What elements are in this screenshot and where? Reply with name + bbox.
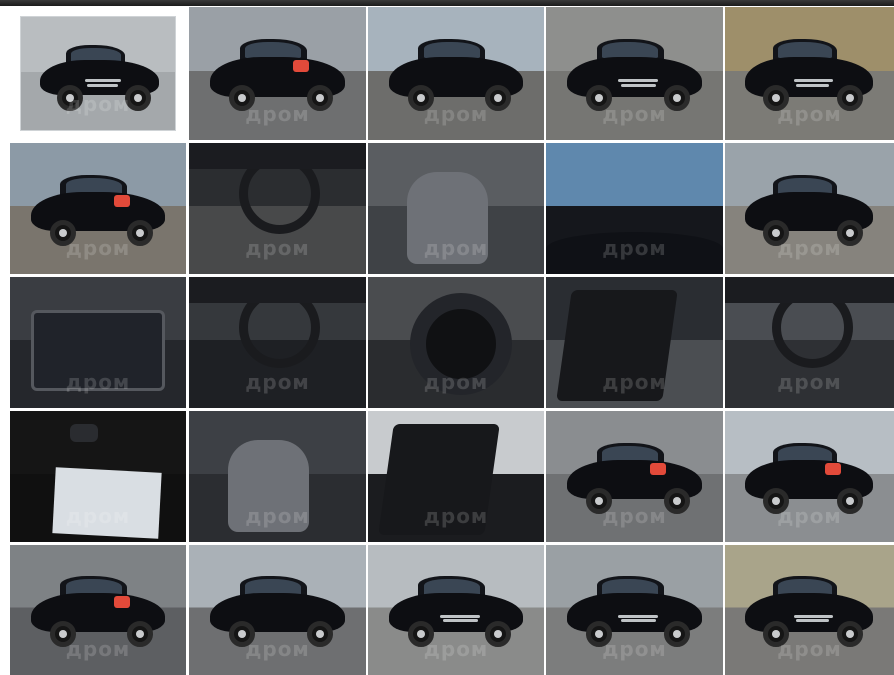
- car-photo: [389, 568, 523, 647]
- gallery-thumbnail[interactable]: дром: [546, 411, 723, 542]
- car-photo: [567, 31, 702, 111]
- watermark: дром: [423, 504, 489, 528]
- car-photo: [389, 31, 523, 111]
- gallery-thumbnail[interactable]: дром: [189, 545, 366, 675]
- gallery-thumbnail[interactable]: дром: [725, 411, 894, 542]
- gallery-thumbnail[interactable]: дром: [546, 545, 723, 675]
- gallery-thumbnail[interactable]: дром: [189, 143, 366, 274]
- car-photo: [745, 31, 874, 111]
- gallery-thumbnail[interactable]: дром: [189, 411, 366, 542]
- gallery-thumbnail[interactable]: дром: [10, 143, 186, 274]
- gallery-thumbnail[interactable]: дром: [546, 7, 723, 140]
- car-photo: [210, 568, 345, 647]
- gallery-thumbnail[interactable]: дром: [725, 277, 894, 408]
- watermark: дром: [423, 370, 489, 394]
- watermark: дром: [245, 236, 310, 260]
- watermark: дром: [245, 504, 310, 528]
- watermark: дром: [602, 504, 667, 528]
- gallery-thumbnail[interactable]: дром: [10, 411, 186, 542]
- car-photo: [31, 568, 165, 647]
- photo-gallery-grid: дром дром дром дром дром дром дром дром дром дром…: [0, 0, 894, 675]
- gallery-thumbnail[interactable]: дром: [546, 143, 723, 274]
- document-shape: [52, 467, 162, 539]
- car-photo: [31, 167, 165, 246]
- car-photo: [745, 167, 874, 246]
- gallery-thumbnail[interactable]: дром: [368, 7, 544, 140]
- watermark: дром: [602, 637, 667, 661]
- watermark: дром: [602, 370, 667, 394]
- gallery-thumbnail[interactable]: дром: [546, 277, 723, 408]
- watermark: дром: [65, 370, 131, 394]
- watermark: дром: [777, 504, 842, 528]
- gallery-thumbnail[interactable]: дром: [725, 7, 894, 140]
- watermark: дром: [602, 236, 667, 260]
- gallery-thumbnail[interactable]: дром: [189, 277, 366, 408]
- watermark: дром: [423, 236, 489, 260]
- watermark: дром: [65, 504, 131, 528]
- gallery-thumbnail[interactable]: дром: [725, 143, 894, 274]
- watermark: дром: [777, 637, 842, 661]
- gallery-thumbnail[interactable]: дром: [189, 7, 366, 140]
- gallery-thumbnail[interactable]: дром: [368, 411, 544, 542]
- gallery-thumbnail[interactable]: дром: [368, 277, 544, 408]
- car-photo: [567, 568, 702, 647]
- watermark: дром: [65, 236, 131, 260]
- gallery-thumbnail[interactable]: дром: [725, 545, 894, 675]
- car-photo: [567, 435, 702, 514]
- car-key-shape: [70, 424, 98, 442]
- watermark: дром: [423, 102, 489, 126]
- watermark: дром: [777, 370, 842, 394]
- selected-thumbnail-frame: дром: [20, 16, 176, 131]
- gallery-thumbnail[interactable]: дром: [10, 7, 186, 140]
- gallery-thumbnail[interactable]: дром: [368, 143, 544, 274]
- watermark: дром: [245, 370, 310, 394]
- watermark: дром: [245, 102, 310, 126]
- watermark: дром: [423, 637, 489, 661]
- watermark: дром: [777, 236, 842, 260]
- gallery-thumbnail[interactable]: дром: [10, 277, 186, 408]
- car-photo: [745, 568, 874, 647]
- car-photo: [745, 435, 874, 514]
- gallery-thumbnail[interactable]: дром: [368, 545, 544, 675]
- watermark: дром: [65, 637, 131, 661]
- watermark: дром: [245, 637, 310, 661]
- gallery-thumbnail[interactable]: дром: [10, 545, 186, 675]
- watermark: дром: [602, 102, 667, 126]
- watermark: дром: [777, 102, 842, 126]
- watermark: дром: [65, 92, 131, 116]
- car-photo: [210, 31, 345, 111]
